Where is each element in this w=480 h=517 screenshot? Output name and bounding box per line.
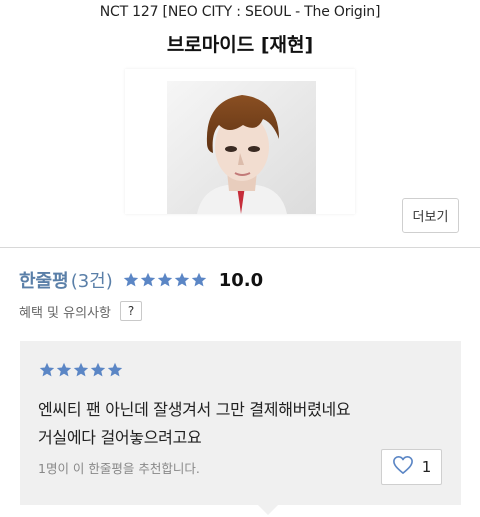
notice-row: 혜택 및 유의사항 ?: [19, 300, 142, 322]
review-summary: 한줄평 (3건) 10.0: [19, 266, 263, 294]
notice-label: 혜택 및 유의사항: [19, 305, 111, 321]
rating-score: 10.0: [218, 269, 264, 291]
heart-outline-icon: [392, 455, 414, 479]
star-icon: [107, 362, 123, 377]
star-icon: [140, 272, 155, 287]
product-subtitle: NCT 127 [NEO CITY : SEOUL - The Origin]: [99, 4, 381, 20]
star-icon: [39, 362, 55, 377]
like-count: 1: [421, 458, 432, 476]
review-count: (3건): [70, 271, 113, 292]
star-icon: [123, 272, 138, 287]
more-button[interactable]: 더보기: [402, 198, 459, 233]
product-photo[interactable]: [167, 81, 316, 214]
star-icon: [73, 362, 89, 377]
review-text-line-2: 거실에다 걸어놓으려고요: [38, 428, 202, 447]
help-button[interactable]: ?: [120, 301, 142, 321]
review-stars: [39, 362, 123, 378]
star-icon: [157, 272, 172, 287]
review-card: 엔씨티 팬 아닌데 잘생겨서 그만 결제해버렸네요 거실에다 걸어놓으려고요 1…: [20, 341, 461, 505]
star-icon: [90, 362, 106, 377]
recommend-text: 1명이 이 한줄평을 추천합니다.: [38, 461, 200, 476]
section-divider: [0, 247, 480, 248]
rating-stars: [123, 272, 207, 288]
star-icon: [174, 272, 189, 287]
review-card-pointer: [258, 505, 278, 515]
review-text-line-1: 엔씨티 팬 아닌데 잘생겨서 그만 결제해버렸네요: [38, 400, 351, 419]
product-image-frame: [125, 69, 355, 214]
like-button[interactable]: 1: [381, 449, 442, 485]
star-icon: [191, 272, 206, 287]
product-title: 브로마이드 [재현]: [166, 34, 314, 56]
review-section-label[interactable]: 한줄평: [19, 267, 69, 293]
star-icon: [56, 362, 72, 377]
